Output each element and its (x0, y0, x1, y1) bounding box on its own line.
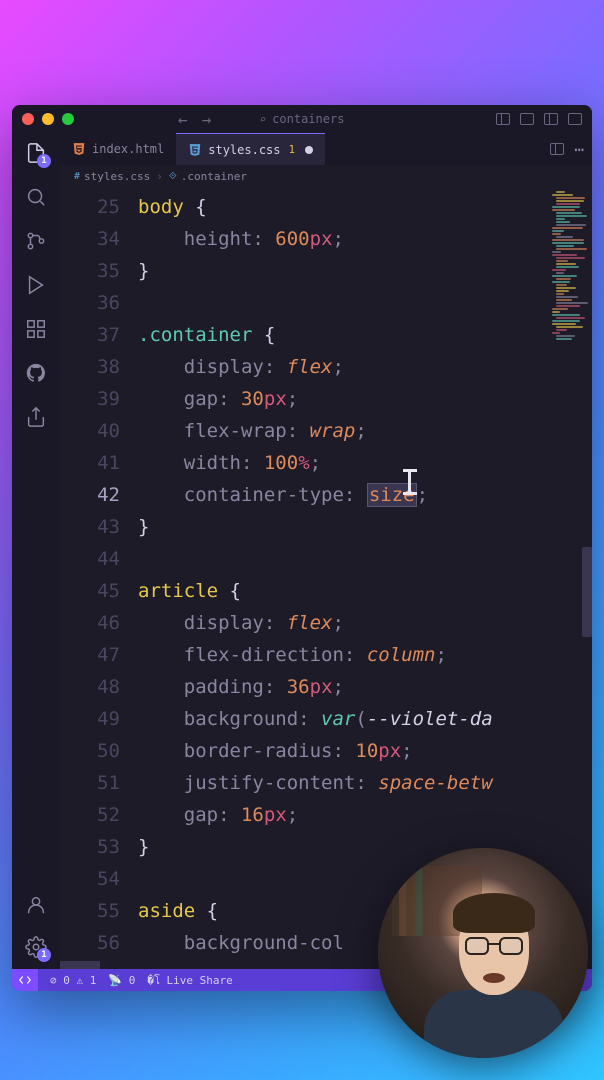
activity-bar: 1 (12, 133, 60, 969)
nav-forward-icon[interactable]: → (202, 110, 212, 129)
run-debug-icon[interactable] (24, 273, 48, 297)
close-window-button[interactable] (22, 113, 34, 125)
code-content[interactable]: body { height: 600px;} .container { disp… (138, 187, 592, 969)
maximize-window-button[interactable] (62, 113, 74, 125)
traffic-lights (22, 113, 74, 125)
settings-icon[interactable]: 1 (24, 935, 48, 959)
tab-label: styles.css (208, 143, 280, 157)
tab-label: index.html (92, 142, 164, 156)
vertical-scrollbar[interactable] (582, 547, 592, 637)
explorer-icon[interactable]: 1 (24, 141, 48, 165)
github-icon[interactable] (24, 361, 48, 385)
tab-index-html[interactable]: index.html (60, 133, 176, 165)
editor-tabs: index.html styles.css 1 ⋯ (60, 133, 592, 165)
panel-left-icon[interactable] (496, 113, 510, 125)
account-icon[interactable] (24, 893, 48, 917)
titlebar: ← → ⌕ containers (12, 105, 592, 133)
share-icon[interactable] (24, 405, 48, 429)
breadcrumb-symbol: .container (181, 170, 247, 183)
settings-badge: 1 (37, 948, 51, 962)
line-numbers: 2534353637383940414243444546474849505152… (60, 187, 138, 969)
css-file-icon (188, 143, 202, 157)
search-icon: ⌕ (260, 113, 267, 126)
main-area: 1 (12, 133, 592, 969)
nav-back-icon[interactable]: ← (178, 110, 188, 129)
command-search[interactable]: ⌕ containers (260, 112, 345, 126)
horizontal-scrollbar[interactable] (60, 961, 100, 969)
chevron-right-icon: › (156, 170, 163, 183)
panel-right-icon[interactable] (544, 113, 558, 125)
tab-styles-css[interactable]: styles.css 1 (176, 133, 325, 165)
extensions-icon[interactable] (24, 317, 48, 341)
layout-customize-icon[interactable] (568, 113, 582, 125)
nav-arrows: ← → (178, 110, 211, 129)
symbol-icon: ⟐ (169, 171, 177, 182)
split-editor-icon[interactable] (550, 143, 564, 155)
minimap[interactable] (552, 191, 588, 371)
source-control-icon[interactable] (24, 229, 48, 253)
search-activity-icon[interactable] (24, 185, 48, 209)
editor-area: index.html styles.css 1 ⋯ # styles.cs (60, 133, 592, 969)
html-file-icon (72, 142, 86, 156)
problems-indicator[interactable]: ⊘ 0 ⚠ 1 (50, 974, 96, 987)
ports-indicator[interactable]: 📡 0 (108, 974, 135, 987)
minimize-window-button[interactable] (42, 113, 54, 125)
webcam-overlay (378, 848, 588, 1058)
explorer-badge: 1 (37, 154, 51, 168)
layout-controls (496, 113, 582, 125)
remote-indicator[interactable] (12, 969, 38, 991)
unsaved-dot-icon (305, 146, 313, 154)
tab-modified-count: 1 (289, 143, 296, 156)
panel-bottom-icon[interactable] (520, 113, 534, 125)
search-placeholder: containers (272, 112, 344, 126)
more-actions-icon[interactable]: ⋯ (574, 140, 584, 159)
breadcrumb-file: styles.css (84, 170, 150, 183)
css-file-icon: # (74, 171, 80, 182)
breadcrumb[interactable]: # styles.css › ⟐ .container (60, 165, 592, 187)
live-share-button[interactable]: �โ Live Share (147, 971, 232, 989)
